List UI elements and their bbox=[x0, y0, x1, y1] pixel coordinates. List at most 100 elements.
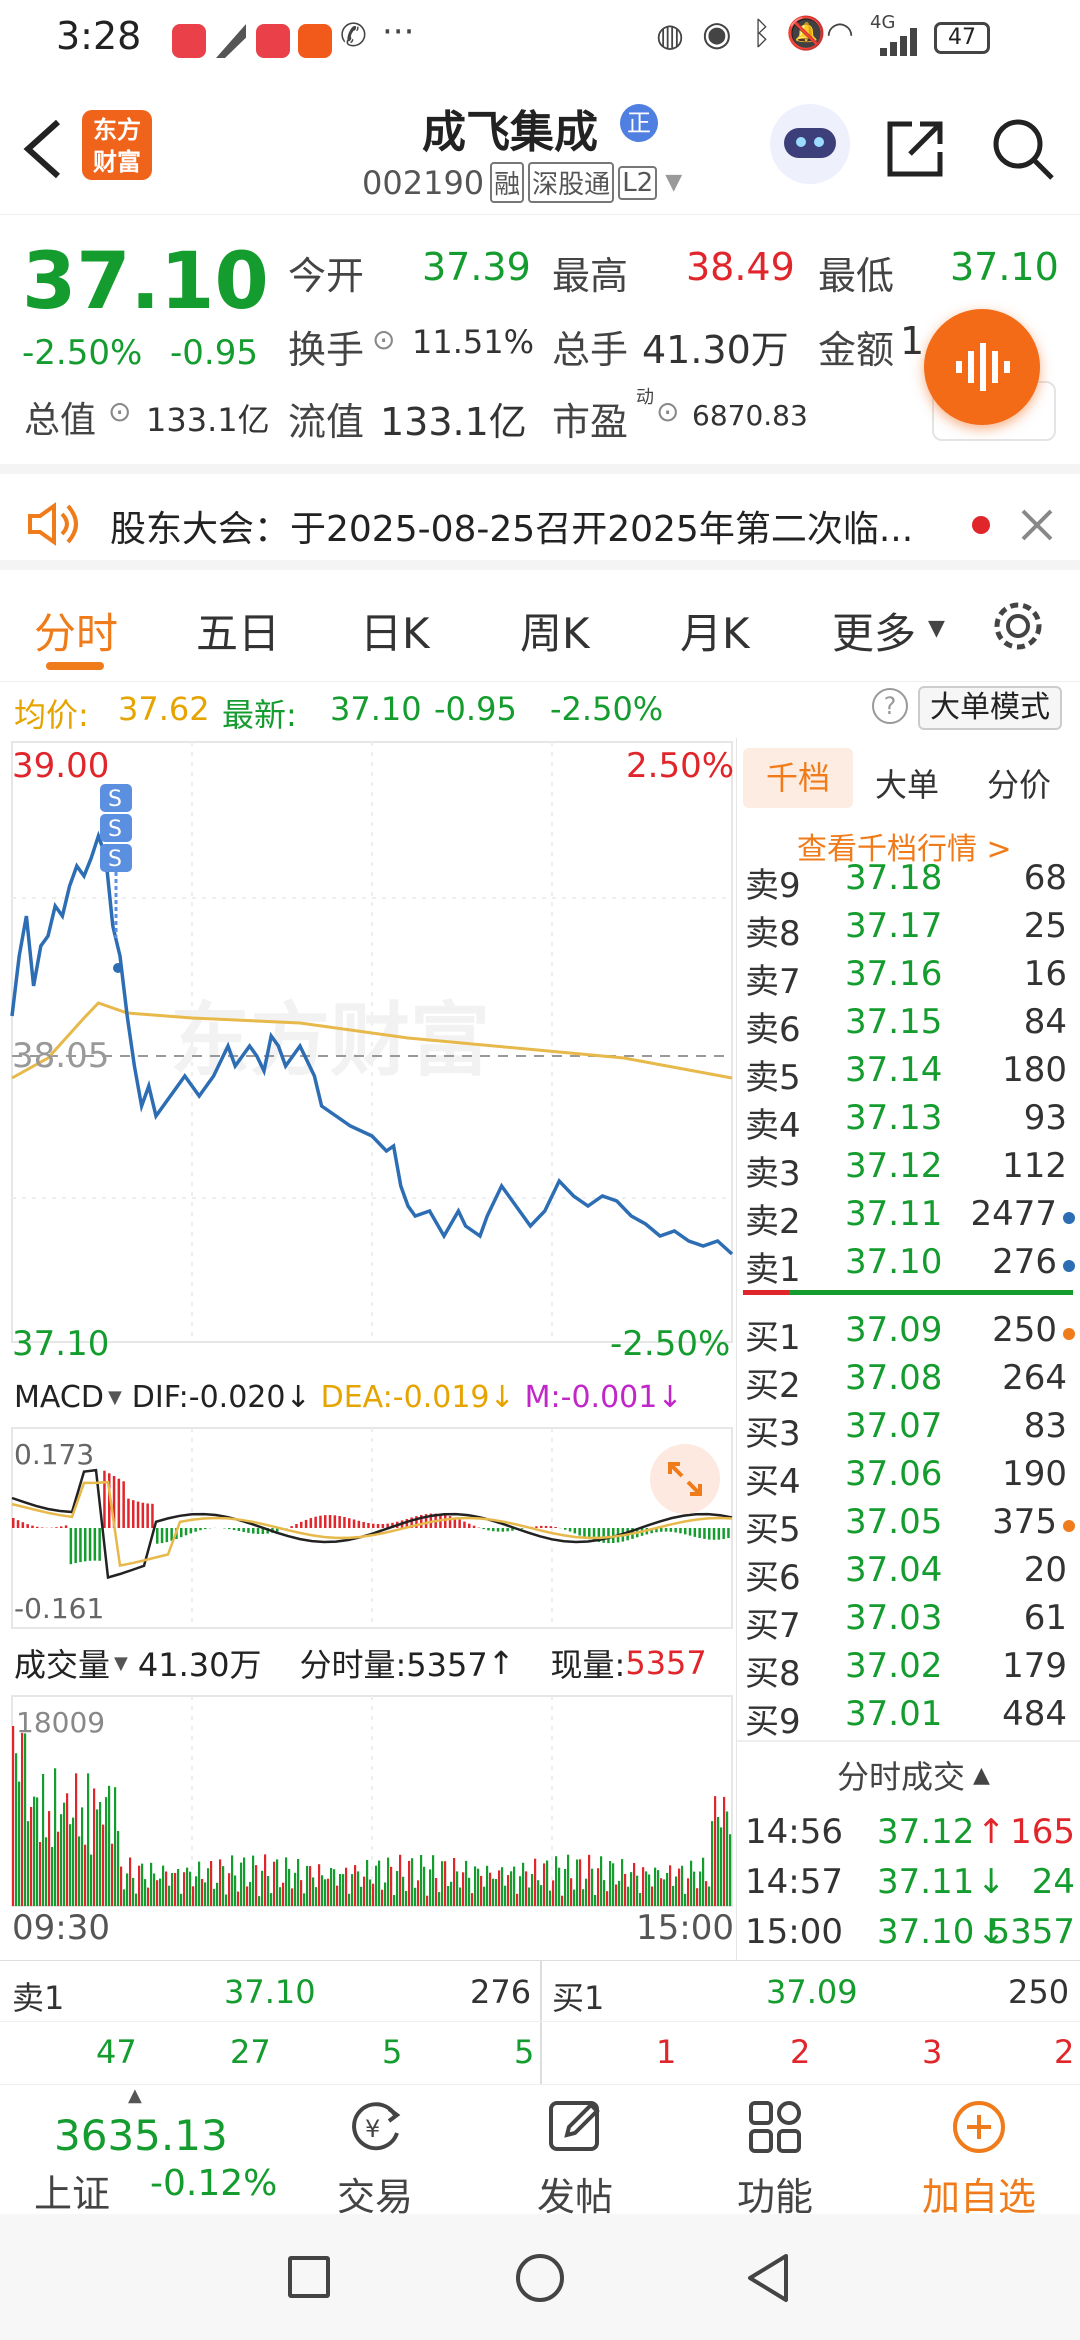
sell-marker-label-3: S bbox=[108, 847, 122, 872]
tab-monthly-k[interactable]: 月K bbox=[680, 600, 750, 661]
sell-queue-1: 47 bbox=[96, 2033, 137, 2071]
trade-volume: 24 bbox=[1031, 1862, 1075, 1902]
bid-level-row[interactable]: 买7 37.03 61 bbox=[745, 1598, 1075, 1646]
dropdown-icon: ▼ bbox=[665, 170, 683, 195]
level-label: 卖3 bbox=[745, 1154, 801, 1194]
announcement-bar[interactable]: 股东大会：于2025-08-25召开2025年第二次临... bbox=[0, 464, 1080, 570]
ask-level-row[interactable]: 卖5 37.14 180 bbox=[745, 1050, 1075, 1098]
level-volume: 25 bbox=[1023, 906, 1067, 946]
index-ticker[interactable]: ▲ 3635.13 上证 -0.12% bbox=[0, 2085, 300, 2216]
bid-level-row[interactable]: 买8 37.02 179 bbox=[745, 1646, 1075, 1694]
trade-row: 14:57 37.11 ↓ 24 bbox=[745, 1862, 1075, 1910]
level-price: 37.09 bbox=[845, 1310, 943, 1350]
tab-price-distribution[interactable]: 分价 bbox=[987, 760, 1051, 806]
functions-button[interactable]: 功能 bbox=[690, 2097, 860, 2221]
fullscreen-button[interactable] bbox=[650, 1444, 720, 1514]
market-cap-value: 133.1亿 bbox=[146, 401, 270, 439]
ask-level-row[interactable]: 卖1 37.10 276 bbox=[745, 1242, 1075, 1290]
sell-marker-group[interactable]: S S S bbox=[100, 784, 132, 938]
macd-caret-icon[interactable]: ▼ bbox=[108, 1387, 122, 1408]
info-icon-2[interactable]: ⊙ bbox=[108, 395, 131, 428]
caret-up-icon: ▲ bbox=[973, 1762, 990, 1788]
ask-level-row[interactable]: 卖2 37.11 2477 bbox=[745, 1194, 1075, 1242]
macd-selector[interactable]: MACD bbox=[14, 1380, 104, 1415]
recent-apps-icon[interactable] bbox=[288, 2256, 330, 2298]
level-label: 买5 bbox=[745, 1510, 801, 1550]
macd-header: MACD ▼ DIF:-0.020 ↓ DEA:-0.019 ↓ M:-0.001 ↓ bbox=[14, 1380, 682, 1415]
l1-sell-price: 37.10 bbox=[224, 1973, 316, 2011]
sell-queue-4: 5 bbox=[514, 2033, 535, 2071]
tab-order-depth[interactable]: 千档 bbox=[743, 748, 853, 808]
trade-price: 37.12 bbox=[877, 1812, 975, 1852]
post-label: 发帖 bbox=[536, 2175, 613, 2219]
close-icon[interactable] bbox=[1020, 508, 1054, 542]
search-icon[interactable] bbox=[990, 116, 1056, 182]
ask-level-row[interactable]: 卖9 37.18 68 bbox=[745, 858, 1075, 906]
ask-level-row[interactable]: 卖3 37.12 112 bbox=[745, 1146, 1075, 1194]
bid-level-row[interactable]: 买6 37.04 20 bbox=[745, 1550, 1075, 1598]
level-label: 买4 bbox=[745, 1462, 801, 1502]
l1-buy-label: 买1 bbox=[552, 1979, 605, 2017]
index-value: 3635.13 bbox=[54, 2111, 228, 2160]
trades-header[interactable]: 分时成交 ▲ bbox=[837, 1752, 990, 1798]
tab-daily-k[interactable]: 日K bbox=[360, 600, 430, 661]
share-icon[interactable] bbox=[884, 118, 946, 180]
back-triangle-icon[interactable] bbox=[744, 2252, 792, 2304]
status-bar: 3:28 ✆ ··· ◍ ◉ ᛒ 🔕 ◠ 4G 47 bbox=[0, 0, 1080, 82]
latest-change: -0.95 bbox=[434, 690, 517, 728]
robot-assistant-icon[interactable] bbox=[770, 104, 850, 184]
turnover-label: 换手 bbox=[288, 328, 365, 372]
change-amount: -0.95 bbox=[170, 333, 258, 373]
volume-caret-icon[interactable]: ▼ bbox=[114, 1653, 128, 1674]
level-price: 37.12 bbox=[845, 1146, 943, 1186]
ask-level-row[interactable]: 卖7 37.16 16 bbox=[745, 954, 1075, 1002]
level-label: 卖2 bbox=[745, 1202, 801, 1242]
home-icon[interactable] bbox=[516, 2254, 564, 2302]
functions-label: 功能 bbox=[736, 2175, 813, 2219]
index-name: 上证 bbox=[34, 2172, 111, 2216]
bid-level-row[interactable]: 买4 37.06 190 bbox=[745, 1454, 1075, 1502]
float-cap-label: 流值 bbox=[288, 400, 365, 444]
volume-selector[interactable]: 成交量 bbox=[14, 1640, 110, 1686]
post-button[interactable]: 发帖 bbox=[490, 2097, 660, 2221]
ask-level-row[interactable]: 卖8 37.17 25 bbox=[745, 906, 1075, 954]
bid-level-row[interactable]: 买3 37.07 83 bbox=[745, 1406, 1075, 1454]
tab-intraday[interactable]: 分时 bbox=[34, 600, 118, 661]
voice-assistant-button[interactable] bbox=[924, 309, 1040, 425]
tab-weekly-k[interactable]: 周K bbox=[520, 600, 590, 661]
level-price: 37.15 bbox=[845, 1002, 943, 1042]
trade-button[interactable]: ¥ 交易 bbox=[290, 2097, 460, 2221]
bid-level-row[interactable]: 买1 37.09 250 bbox=[745, 1310, 1075, 1358]
back-arrow-icon[interactable] bbox=[20, 118, 64, 180]
settings-gear-icon[interactable] bbox=[990, 598, 1046, 654]
ask-level-row[interactable]: 卖6 37.15 84 bbox=[745, 1002, 1075, 1050]
brand-logo[interactable]: 东方 财富 bbox=[82, 110, 152, 180]
info-icon-3[interactable]: ⊙ bbox=[656, 395, 679, 428]
turnover-value: 11.51% bbox=[412, 323, 535, 361]
bid-level-row[interactable]: 买5 37.05 375 bbox=[745, 1502, 1075, 1550]
tab-big-orders[interactable]: 大单 bbox=[875, 760, 939, 806]
bid-level-row[interactable]: 买2 37.08 264 bbox=[745, 1358, 1075, 1406]
bid-level-row[interactable]: 买9 37.01 484 bbox=[745, 1694, 1075, 1742]
dea-value: DEA:-0.019 bbox=[320, 1380, 490, 1415]
tab-indicator bbox=[46, 662, 104, 670]
help-icon[interactable]: ? bbox=[872, 688, 908, 724]
add-watchlist-button[interactable]: 加自选 bbox=[894, 2097, 1064, 2221]
verified-badge: 正 bbox=[620, 104, 658, 142]
trade-direction-icon: ↑ bbox=[977, 1812, 1006, 1852]
tab-five-day[interactable]: 五日 bbox=[196, 600, 280, 661]
quote-panel: 37.10 -2.50% -0.95 今开 37.39 最高 38.49 最低 … bbox=[0, 214, 1080, 464]
tab-more[interactable]: 更多 bbox=[832, 600, 916, 661]
start-time-label: 09:30 bbox=[12, 1908, 110, 1948]
trade-label: 交易 bbox=[336, 2175, 413, 2219]
nfc-icon: ◍ bbox=[656, 16, 684, 54]
level1-quote-strip: 卖1 37.10 276 买1 37.09 250 47 27 5 5 1 2 … bbox=[0, 1960, 1080, 2085]
level-label: 卖8 bbox=[745, 914, 801, 954]
intraday-chart[interactable]: 东方财富 S S S 39.00 2.50% 38.05 37.10 -2.50… bbox=[0, 738, 736, 1960]
level-price: 37.04 bbox=[845, 1550, 943, 1590]
ask-level-row[interactable]: 卖4 37.13 93 bbox=[745, 1098, 1075, 1146]
stock-code-line[interactable]: 002190 融 深股通 L2 ▼ bbox=[362, 162, 682, 203]
big-order-mode-button[interactable]: 大单模式 bbox=[918, 686, 1062, 730]
l1-buy-price: 37.09 bbox=[766, 1973, 858, 2011]
info-icon[interactable]: ⊙ bbox=[372, 323, 395, 356]
